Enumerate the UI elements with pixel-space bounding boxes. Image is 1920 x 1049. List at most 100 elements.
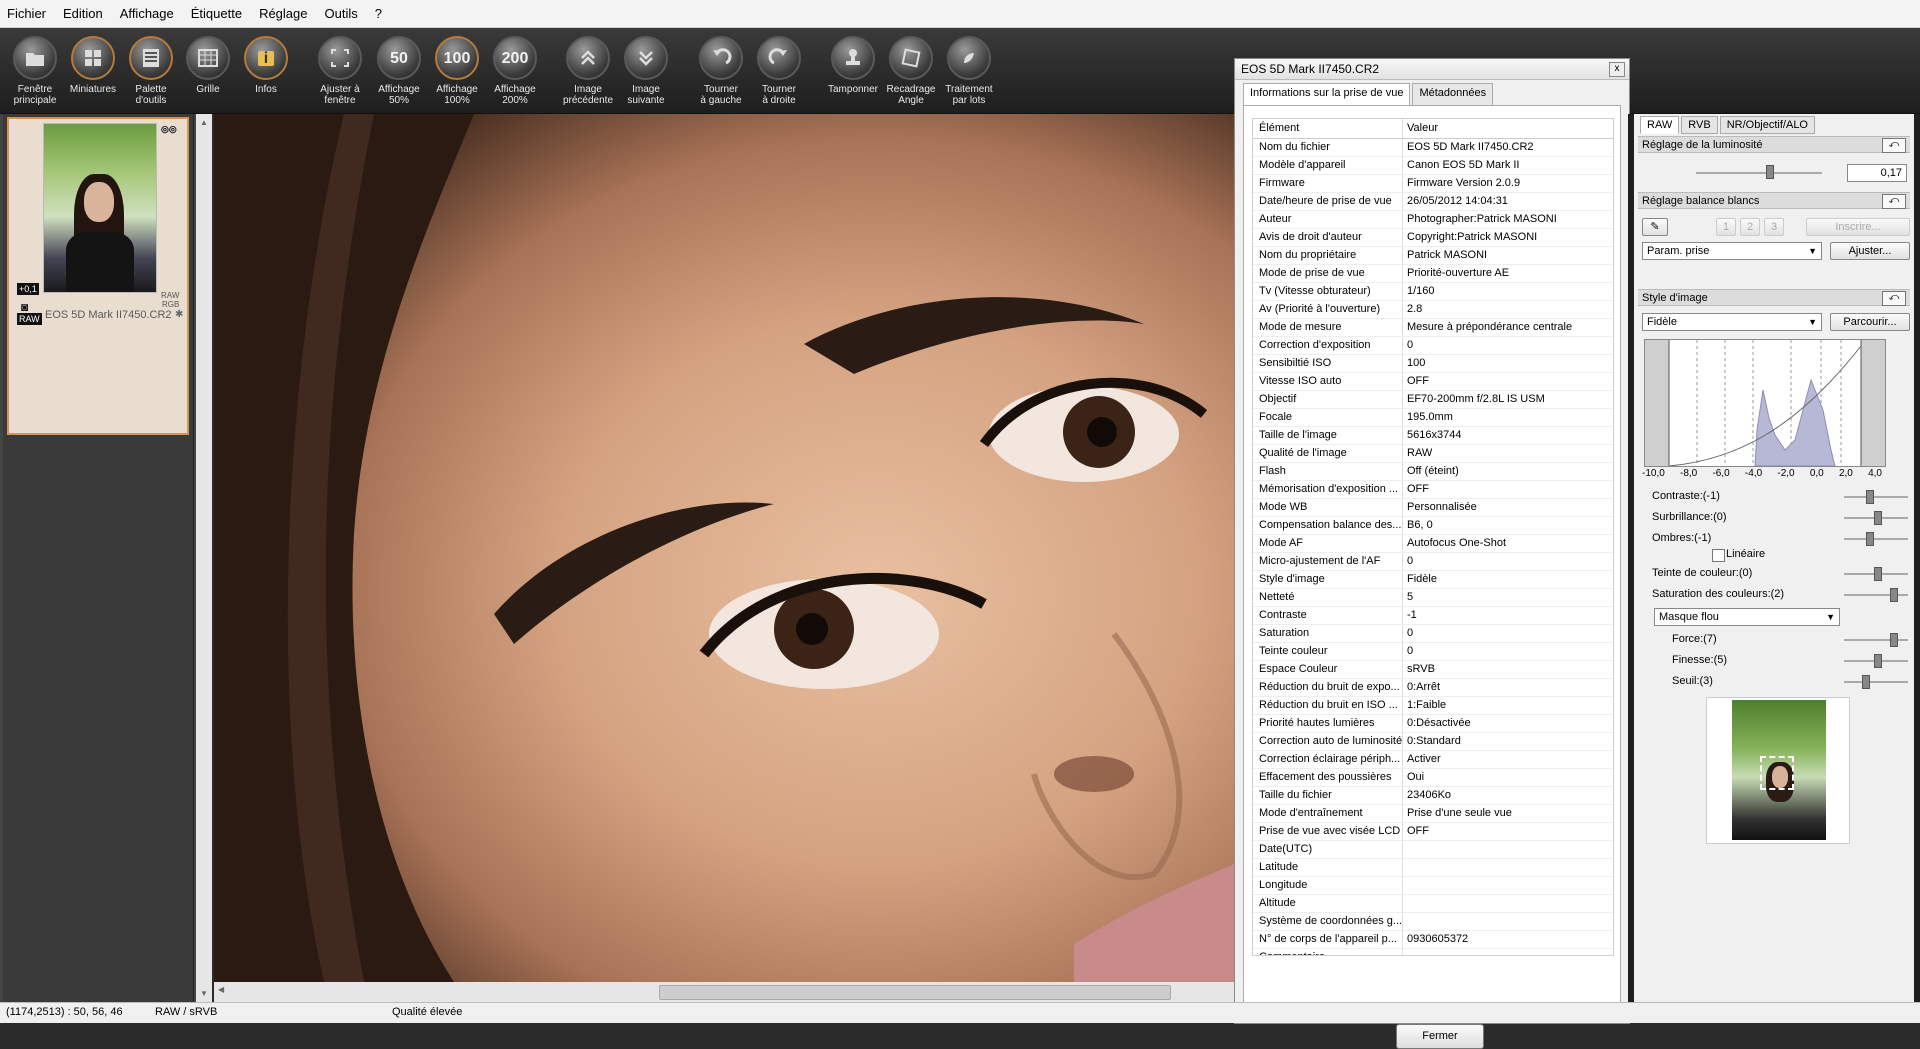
- strength-slider-knob[interactable]: [1890, 633, 1898, 647]
- menu-reglage[interactable]: Réglage: [252, 6, 317, 21]
- table-row[interactable]: Qualité de l'image RAW: [1253, 445, 1613, 463]
- menu-etiquette[interactable]: Étiquette: [184, 6, 252, 21]
- reset-icon[interactable]: ⤺: [1882, 138, 1906, 153]
- table-row[interactable]: Correction éclairage périph... Activer: [1253, 751, 1613, 769]
- focus-frame-icon[interactable]: [1760, 756, 1794, 790]
- wb-adjust-button[interactable]: Ajuster...: [1830, 242, 1910, 260]
- table-row[interactable]: Tv (Vitesse obturateur) 1/160: [1253, 283, 1613, 301]
- image-horizontal-scrollbar[interactable]: ◀: [214, 982, 1234, 1002]
- table-row[interactable]: Avis de droit d'auteur Copyright:Patrick …: [1253, 229, 1613, 247]
- image-viewer[interactable]: [214, 114, 1234, 982]
- menu-affichage[interactable]: Affichage: [113, 6, 184, 21]
- wb-slot-2-button[interactable]: 2: [1740, 218, 1760, 236]
- menu-edition[interactable]: Edition: [56, 6, 113, 21]
- tab-metadata[interactable]: Métadonnées: [1412, 83, 1494, 105]
- reset-icon[interactable]: ⤺: [1882, 194, 1906, 209]
- close-button[interactable]: Fermer: [1396, 1024, 1484, 1049]
- table-row[interactable]: Altitude: [1253, 895, 1613, 913]
- sharpness-mode-select[interactable]: Masque flou ▼: [1654, 608, 1840, 626]
- table-row[interactable]: Mode AF Autofocus One-Shot: [1253, 535, 1613, 553]
- table-row[interactable]: Micro-ajustement de l'AF 0: [1253, 553, 1613, 571]
- table-row[interactable]: Longitude: [1253, 877, 1613, 895]
- table-row[interactable]: Flash Off (éteint): [1253, 463, 1613, 481]
- picture-style-select[interactable]: Fidèle ▼: [1642, 313, 1822, 331]
- rotate-right-button[interactable]: Tourner à droite: [741, 36, 817, 106]
- table-row[interactable]: Effacement des poussières Oui: [1253, 769, 1613, 787]
- table-row[interactable]: Prise de vue avec visée LCD OFF: [1253, 823, 1613, 841]
- scrollbar-thumb[interactable]: [659, 985, 1171, 1000]
- column-header-value[interactable]: Valeur: [1403, 119, 1438, 138]
- brightness-slider-knob[interactable]: [1766, 165, 1774, 179]
- tone-curve-histogram[interactable]: [1644, 339, 1886, 467]
- table-row[interactable]: Firmware Firmware Version 2.0.9: [1253, 175, 1613, 193]
- table-row[interactable]: Système de coordonnées g...: [1253, 913, 1613, 931]
- menu-fichier[interactable]: Fichier: [0, 6, 56, 21]
- table-row[interactable]: Vitesse ISO auto OFF: [1253, 373, 1613, 391]
- close-icon[interactable]: x: [1609, 62, 1625, 77]
- saturation-slider-knob[interactable]: [1890, 588, 1898, 602]
- table-row[interactable]: Nom du propriétaire Patrick MASONI: [1253, 247, 1613, 265]
- table-row[interactable]: Av (Priorité à l'ouverture) 2.8: [1253, 301, 1613, 319]
- wb-mode-select[interactable]: Param. prise ▼: [1642, 242, 1822, 260]
- tint-slider-knob[interactable]: [1874, 567, 1882, 581]
- shadows-slider-knob[interactable]: [1866, 532, 1874, 546]
- table-row[interactable]: Priorité hautes lumières 0:Désactivée: [1253, 715, 1613, 733]
- next-image-button[interactable]: Image suivante: [608, 36, 684, 106]
- table-row[interactable]: N° de corps de l'appareil p... 0930605372: [1253, 931, 1613, 949]
- brightness-slider[interactable]: [1696, 172, 1822, 174]
- thumbnail-item[interactable]: ◎◎ +0,1 ◙ RAW RAW RGB EOS 5D Mark II7450…: [7, 117, 189, 435]
- table-row[interactable]: Sensibiltié ISO 100: [1253, 355, 1613, 373]
- table-row[interactable]: Auteur Photographer:Patrick MASONI: [1253, 211, 1613, 229]
- wb-register-button[interactable]: Inscrire...: [1806, 218, 1910, 236]
- tab-raw[interactable]: RAW: [1640, 116, 1680, 134]
- table-row[interactable]: Taille du fichier 23406Ko: [1253, 787, 1613, 805]
- zoom-200-button[interactable]: 200 Affichage 200%: [477, 36, 553, 106]
- threshold-slider[interactable]: [1844, 681, 1908, 683]
- contrast-slider[interactable]: [1844, 496, 1908, 498]
- saturation-slider[interactable]: [1844, 594, 1908, 596]
- table-row[interactable]: Mode de prise de vue Priorité-ouverture A…: [1253, 265, 1613, 283]
- threshold-slider-knob[interactable]: [1862, 675, 1870, 689]
- strength-slider[interactable]: [1844, 639, 1908, 641]
- table-row[interactable]: Espace Couleur sRVB: [1253, 661, 1613, 679]
- tab-nr-lens-alo[interactable]: NR/Objectif/ALO: [1719, 116, 1815, 134]
- table-row[interactable]: Taille de l'image 5616x3744: [1253, 427, 1613, 445]
- table-row[interactable]: Modèle d'appareil Canon EOS 5D Mark II: [1253, 157, 1613, 175]
- picture-style-browse-button[interactable]: Parcourir...: [1830, 313, 1910, 331]
- thumbnail-scrollbar[interactable]: ▲ ▼: [196, 114, 212, 1002]
- eyedropper-button[interactable]: ✎: [1642, 218, 1668, 236]
- table-row[interactable]: Compensation balance des... B6, 0: [1253, 517, 1613, 535]
- wb-slot-1-button[interactable]: 1: [1716, 218, 1736, 236]
- dialog-titlebar[interactable]: EOS 5D Mark II7450.CR2 x: [1235, 59, 1629, 80]
- wb-slot-3-button[interactable]: 3: [1764, 218, 1784, 236]
- info-button[interactable]: i Infos: [228, 36, 304, 95]
- tab-shooting-info[interactable]: Informations sur la prise de vue: [1243, 83, 1411, 105]
- highlights-slider-knob[interactable]: [1874, 511, 1882, 525]
- table-row[interactable]: Objectif EF70-200mm f/2.8L IS USM: [1253, 391, 1613, 409]
- column-header-key[interactable]: Élément: [1253, 119, 1403, 138]
- menu-outils[interactable]: Outils: [318, 6, 368, 21]
- table-row[interactable]: Commentaire: [1253, 949, 1613, 955]
- tab-rvb[interactable]: RVB: [1681, 116, 1718, 134]
- scroll-up-icon[interactable]: ▲: [196, 118, 212, 127]
- table-row[interactable]: Correction d'exposition 0: [1253, 337, 1613, 355]
- fineness-slider-knob[interactable]: [1874, 654, 1882, 668]
- table-row[interactable]: Date(UTC): [1253, 841, 1613, 859]
- sharpness-preview[interactable]: [1706, 697, 1850, 844]
- table-row[interactable]: Mode d'entraînement Prise d'une seule vue: [1253, 805, 1613, 823]
- table-row[interactable]: Focale 195.0mm: [1253, 409, 1613, 427]
- table-row[interactable]: Contraste -1: [1253, 607, 1613, 625]
- table-row[interactable]: Réduction du bruit de expo... 0:Arrêt: [1253, 679, 1613, 697]
- table-row[interactable]: Netteté 5: [1253, 589, 1613, 607]
- table-row[interactable]: Latitude: [1253, 859, 1613, 877]
- batch-button[interactable]: Traitement par lots: [931, 36, 1007, 106]
- table-row[interactable]: Date/heure de prise de vue 26/05/2012 14:…: [1253, 193, 1613, 211]
- table-row[interactable]: Réduction du bruit en ISO ... 1:Faible: [1253, 697, 1613, 715]
- reset-icon[interactable]: ⤺: [1882, 291, 1906, 306]
- table-row[interactable]: Mode WB Personnalisée: [1253, 499, 1613, 517]
- scroll-left-icon[interactable]: ◀: [218, 985, 224, 994]
- table-row[interactable]: Teinte couleur 0: [1253, 643, 1613, 661]
- scroll-down-icon[interactable]: ▼: [196, 989, 212, 998]
- table-row[interactable]: Mémorisation d'exposition ... OFF: [1253, 481, 1613, 499]
- table-row[interactable]: Saturation 0: [1253, 625, 1613, 643]
